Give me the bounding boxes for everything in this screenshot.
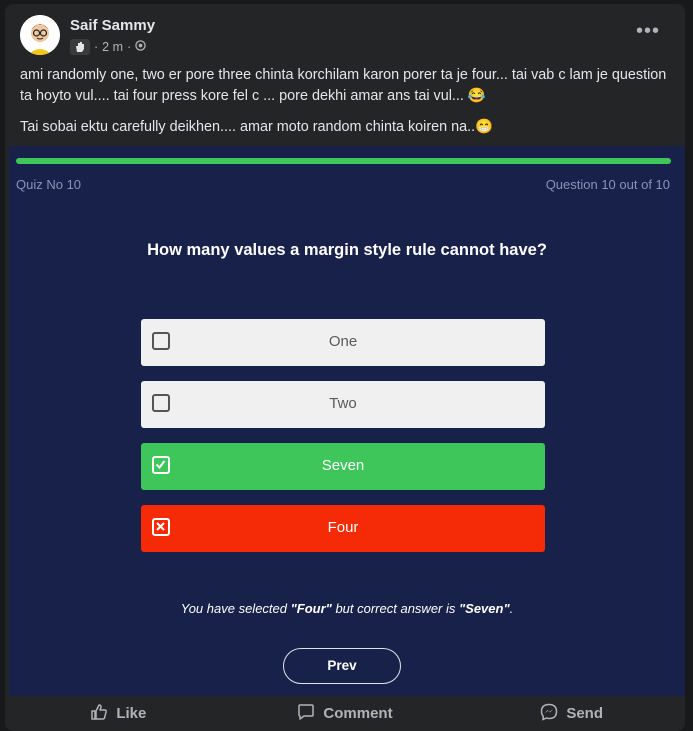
post-meta: · 2 m · xyxy=(70,39,146,55)
comment-button[interactable]: Comment xyxy=(232,696,459,731)
result-middle: but correct answer is xyxy=(331,601,459,616)
more-options-icon[interactable]: ••• xyxy=(636,21,660,41)
author-name[interactable]: Saif Sammy xyxy=(70,17,155,34)
option-one[interactable]: One xyxy=(141,319,545,366)
prev-button[interactable]: Prev xyxy=(283,648,401,684)
post-text-line-2: Tai sobai ektu carefully deikhen.... ama… xyxy=(20,119,494,135)
quiz-number: Quiz No 10 xyxy=(16,177,82,192)
post-actions: Like Comment Send xyxy=(5,696,685,731)
send-button[interactable]: Send xyxy=(458,696,685,731)
result-selected: "Four" xyxy=(290,601,332,616)
progress-bar xyxy=(16,158,671,164)
meta-dot: · xyxy=(127,40,132,54)
result-correct: "Seven" xyxy=(458,601,510,616)
wave-hand-icon xyxy=(70,39,90,55)
option-two[interactable]: Two xyxy=(141,381,545,428)
result-message: You have selected "Four" but correct ans… xyxy=(9,601,685,616)
quiz-screenshot: Quiz No 10 Question 10 out of 10 How man… xyxy=(9,146,685,696)
post-text-line-1: ami randomly one, two er pore three chin… xyxy=(20,67,667,104)
option-seven[interactable]: Seven xyxy=(141,443,545,490)
post-time[interactable]: 2 m xyxy=(102,40,123,54)
like-button[interactable]: Like xyxy=(5,696,232,731)
post-header: Saif Sammy · 2 m · ••• xyxy=(20,15,670,59)
progress-fill xyxy=(16,158,671,164)
author-avatar[interactable] xyxy=(20,15,60,55)
globe-icon xyxy=(135,40,146,54)
option-four[interactable]: Four xyxy=(141,505,545,552)
comment-label: Comment xyxy=(323,705,393,722)
question-text: How many values a margin style rule cann… xyxy=(147,241,547,259)
thumbs-up-icon xyxy=(90,703,108,725)
result-suffix: . xyxy=(509,601,514,616)
send-label: Send xyxy=(566,705,604,722)
comment-icon xyxy=(297,703,315,725)
option-label: Two xyxy=(329,395,357,412)
option-label: Four xyxy=(327,519,359,536)
option-label: Seven xyxy=(321,457,365,474)
result-prefix: You have selected xyxy=(180,601,291,616)
question-count: Question 10 out of 10 xyxy=(545,177,670,192)
post-card: Saif Sammy · 2 m · ••• ami randomly one,… xyxy=(5,4,685,731)
like-label: Like xyxy=(116,705,147,722)
option-label: One xyxy=(328,333,358,350)
meta-dot: · xyxy=(94,40,99,54)
messenger-icon xyxy=(540,703,558,725)
